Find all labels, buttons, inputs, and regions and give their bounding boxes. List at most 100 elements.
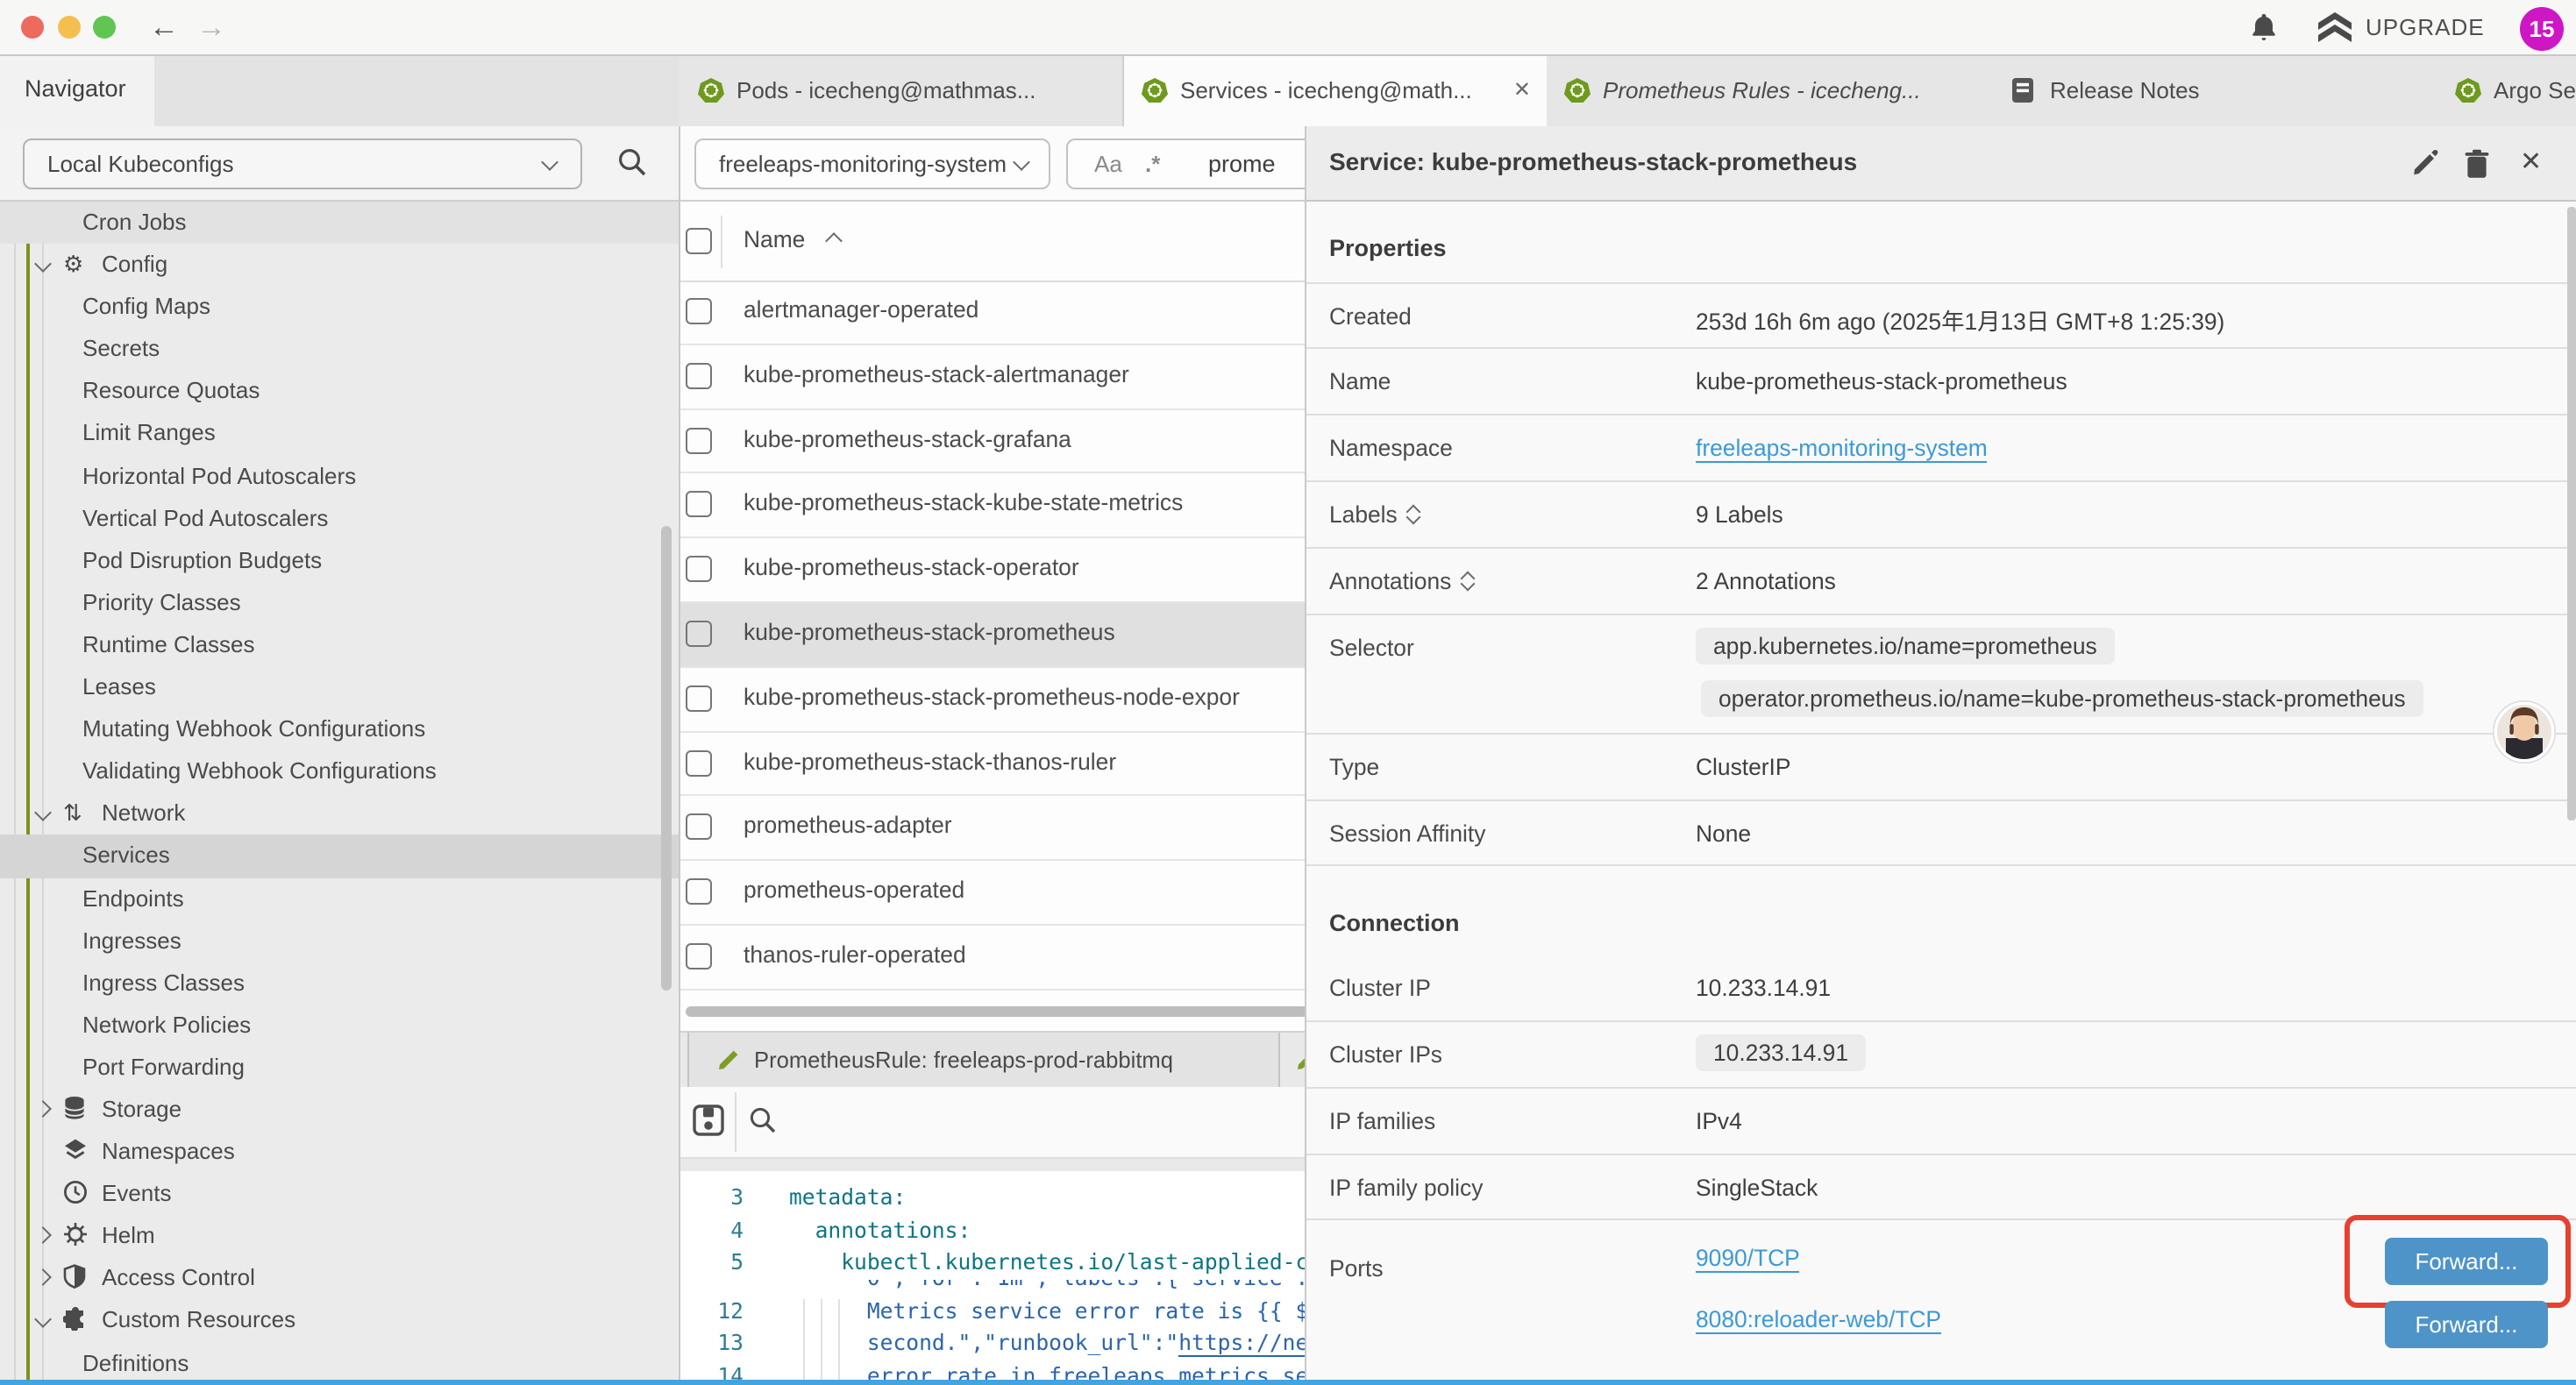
upgrade-chevrons-icon[interactable] — [2318, 12, 2352, 44]
sidebar-item-priority-classes[interactable]: Priority Classes — [0, 582, 679, 624]
table-row[interactable]: prometheus-operated — [680, 861, 1305, 926]
notifications-bell-icon[interactable] — [2250, 12, 2278, 42]
sidebar-item-ingress-classes[interactable]: Ingress Classes — [0, 962, 679, 1004]
sidebar-item-port-forwarding[interactable]: Port Forwarding — [0, 1047, 679, 1089]
detail-row-selector: Selector app.kubernetes.io/name=promethe… — [1306, 614, 2576, 735]
regex-toggle[interactable]: .* — [1145, 151, 1160, 177]
sidebar-item-endpoints[interactable]: Endpoints — [0, 877, 679, 920]
match-case-toggle[interactable]: Aa — [1094, 151, 1122, 177]
sidebar-item-leases[interactable]: Leases — [0, 666, 679, 708]
editor-tab-prometheusrule[interactable]: PrometheusRule: freeleaps-prod-rabbitmq — [687, 1033, 1280, 1087]
row-checkbox[interactable] — [686, 427, 712, 453]
sidebar-item-namespaces[interactable]: Namespaces — [0, 1131, 679, 1173]
row-checkbox[interactable] — [686, 363, 712, 389]
editor-line: 12 Metrics service error rate is {{ $va — [680, 1296, 1305, 1328]
navigator-tab[interactable]: Navigator — [0, 56, 156, 126]
back-button[interactable]: ← — [149, 5, 179, 49]
sidebar-item-secrets[interactable]: Secrets — [0, 329, 679, 371]
database-icon — [63, 1096, 88, 1120]
select-all-checkbox[interactable] — [686, 228, 712, 254]
sidebar-item-horizontal-pod-autoscalers[interactable]: Horizontal Pod Autoscalers — [0, 455, 679, 497]
table-row[interactable]: kube-prometheus-stack-grafana — [680, 409, 1305, 474]
port-link-9090[interactable]: 9090/TCP — [1696, 1245, 1800, 1273]
row-checkbox[interactable] — [686, 556, 712, 582]
kubernetes-icon — [1142, 77, 1168, 103]
sidebar-item-definitions[interactable]: Definitions — [0, 1342, 679, 1384]
close-icon[interactable]: ✕ — [2520, 146, 2542, 177]
forward-button[interactable]: → — [196, 5, 226, 49]
namespace-selector[interactable]: freeleaps-monitoring-system — [694, 138, 1050, 189]
edit-pencil-icon[interactable] — [2411, 149, 2439, 177]
table-row[interactable]: kube-prometheus-stack-kube-state-metrics — [680, 474, 1305, 539]
sidebar-item-cron-jobs[interactable]: Cron Jobs — [0, 202, 679, 244]
editor-tab-next-partial[interactable] — [1285, 1033, 1305, 1087]
close-icon[interactable]: ✕ — [1513, 77, 1531, 102]
sidebar-item-services[interactable]: Services — [0, 835, 679, 877]
sidebar-item-validating-webhook-configurations[interactable]: Validating Webhook Configurations — [0, 750, 679, 792]
row-checkbox[interactable] — [686, 943, 712, 970]
expand-collapse-icon[interactable] — [1460, 568, 1474, 589]
save-icon[interactable] — [693, 1104, 724, 1136]
sidebar-group-config[interactable]: ⚙Config — [0, 244, 679, 286]
row-checkbox[interactable] — [686, 878, 712, 905]
sidebar-group-helm[interactable]: Helm — [0, 1216, 679, 1258]
row-checkbox[interactable] — [686, 492, 712, 518]
row-checkbox[interactable] — [686, 814, 712, 841]
avatar[interactable] — [2492, 700, 2557, 764]
table-header: Name — [680, 202, 1305, 282]
table-row[interactable]: alertmanager-operated — [680, 281, 1305, 345]
sidebar-item-pod-disruption-budgets[interactable]: Pod Disruption Budgets — [0, 540, 679, 582]
column-header-name[interactable]: Name — [744, 226, 805, 252]
editor-search-icon[interactable] — [749, 1106, 777, 1134]
sidebar-item-limit-ranges[interactable]: Limit Ranges — [0, 413, 679, 455]
table-row[interactable]: thanos-ruler-operated — [680, 926, 1305, 991]
tab-argo[interactable]: Argo Se — [2437, 56, 2576, 126]
zoom-window-button[interactable] — [93, 16, 116, 39]
trash-icon[interactable] — [2464, 149, 2490, 179]
tab-prometheus-rules[interactable]: Prometheus Rules - icecheng... — [1547, 56, 1996, 126]
sidebar-item-config-maps[interactable]: Config Maps — [0, 286, 679, 328]
editor-line: 5 kubectl.kubernetes.io/last-applied-co — [680, 1246, 1305, 1279]
sidebar-item-resource-quotas[interactable]: Resource Quotas — [0, 371, 679, 413]
details-scrollbar[interactable] — [2567, 207, 2576, 820]
sidebar-group-storage[interactable]: Storage — [0, 1089, 679, 1131]
sidebar-item-ingresses[interactable]: Ingresses — [0, 920, 679, 962]
sidebar-scrollbar[interactable] — [661, 526, 672, 991]
tab-release-notes[interactable]: Release Notes — [1994, 56, 2439, 126]
sidebar-group-network[interactable]: ⇅Network — [0, 793, 679, 835]
sidebar-group-access-control[interactable]: Access Control — [0, 1258, 679, 1300]
close-window-button[interactable] — [21, 16, 44, 39]
sidebar-item-vertical-pod-autoscalers[interactable]: Vertical Pod Autoscalers — [0, 497, 679, 539]
expand-collapse-icon[interactable] — [1406, 501, 1420, 522]
sidebar-item-runtime-classes[interactable]: Runtime Classes — [0, 624, 679, 666]
row-checkbox[interactable] — [686, 685, 712, 712]
row-checkbox[interactable] — [686, 621, 712, 647]
table-row[interactable]: kube-prometheus-stack-thanos-ruler — [680, 732, 1305, 797]
table-row[interactable]: prometheus-adapter — [680, 797, 1305, 862]
forward-button-8080[interactable]: Forward... — [2385, 1301, 2548, 1348]
row-checkbox[interactable] — [686, 298, 712, 324]
sidebar-item-network-policies[interactable]: Network Policies — [0, 1005, 679, 1047]
upgrade-button[interactable]: UPGRADE — [2366, 14, 2485, 40]
row-checkbox[interactable] — [686, 749, 712, 776]
table-row[interactable]: kube-prometheus-stack-alertmanager — [680, 345, 1305, 410]
kubeconfig-selector[interactable]: Local Kubeconfigs — [23, 138, 582, 189]
table-row[interactable]: kube-prometheus-stack-prometheus-node-ex… — [680, 668, 1305, 733]
minimize-window-button[interactable] — [58, 16, 81, 39]
tab-pods[interactable]: Pods - icecheng@mathmas... — [680, 56, 1124, 126]
chevron-down-icon — [34, 805, 52, 822]
table-row-selected[interactable]: kube-prometheus-stack-prometheus — [680, 603, 1305, 668]
sort-ascending-icon — [825, 232, 843, 250]
namespace-link[interactable]: freeleaps-monitoring-system — [1696, 435, 1988, 463]
forward-button-9090[interactable]: Forward... — [2385, 1238, 2548, 1285]
table-row[interactable]: kube-prometheus-stack-operator — [680, 538, 1305, 603]
sidebar-item-events[interactable]: Events — [0, 1173, 679, 1215]
sidebar-item-mutating-webhook-configurations[interactable]: Mutating Webhook Configurations — [0, 708, 679, 750]
tab-services-active[interactable]: Services - icecheng@math... ✕ — [1122, 56, 1550, 128]
horizontal-scrollbar[interactable] — [686, 1006, 1305, 1017]
sidebar-group-custom-resources[interactable]: Custom Resources — [0, 1300, 679, 1342]
sidebar-search-icon[interactable] — [617, 147, 647, 177]
notification-count-badge[interactable]: 15 — [2520, 7, 2564, 51]
port-link-8080[interactable]: 8080:reloader-web/TCP — [1696, 1306, 1941, 1334]
yaml-editor[interactable]: 3metadata: 4 annotations: 5 kubectl.kube… — [680, 1171, 1305, 1385]
